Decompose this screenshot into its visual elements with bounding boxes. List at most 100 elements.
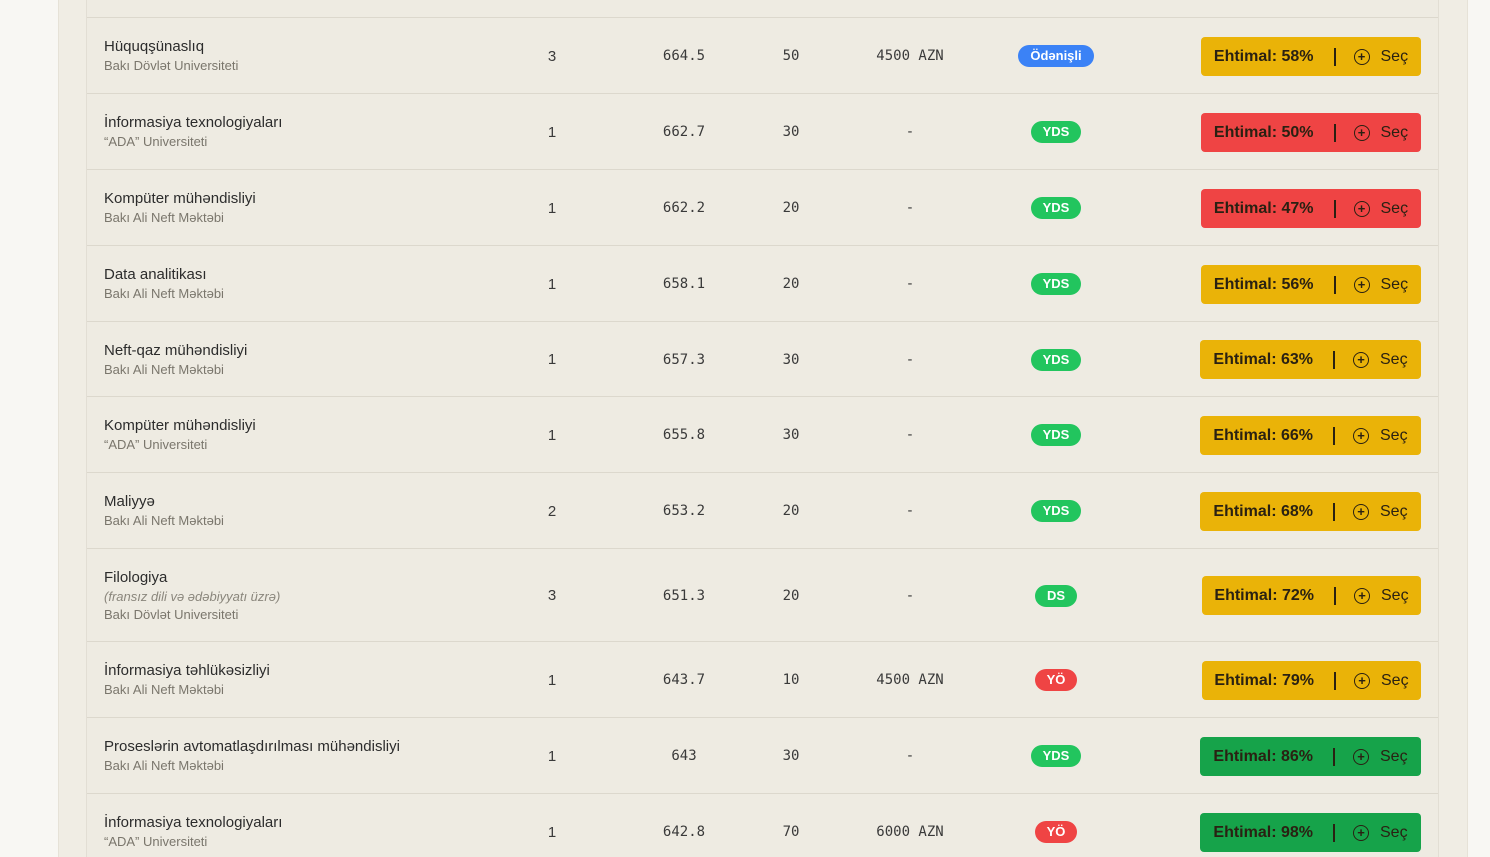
probability-label: Ehtimal: 50% bbox=[1213, 123, 1314, 141]
group-number-cell: 1 bbox=[532, 397, 572, 473]
program-name: Data analitikası bbox=[104, 266, 207, 283]
seat-count-cell: 10 bbox=[761, 642, 821, 718]
passing-score-cell: 658.1 bbox=[644, 246, 724, 322]
select-label: Seç bbox=[1380, 823, 1408, 841]
passing-score-cell: 653.2 bbox=[644, 473, 724, 549]
group-number-cell: 1 bbox=[532, 170, 572, 246]
plus-circle-icon: + bbox=[1353, 124, 1370, 141]
table-row: Filologiya (fransız dili və ədəbiyyatı üz… bbox=[87, 548, 1438, 642]
passing-score: 643 bbox=[671, 748, 697, 764]
divider bbox=[1333, 199, 1336, 218]
select-program-button[interactable]: Ehtimal: 98% + Seç bbox=[1200, 813, 1421, 852]
probability-label: Ehtimal: 63% bbox=[1213, 350, 1313, 368]
select-program-button[interactable]: Ehtimal: 63% + Seç bbox=[1200, 340, 1421, 379]
table-row: Data analitikası Bakı Ali Neft Məktəbi 1 65… bbox=[87, 245, 1438, 322]
table-row: Hüquqşünaslıq Bakı Dövlət Universiteti 3 66… bbox=[87, 17, 1438, 94]
program-cell: Hüquqşünaslıq Bakı Dövlət Universiteti bbox=[104, 18, 238, 94]
probability-label: Ehtimal: 66% bbox=[1213, 426, 1313, 444]
probability-label: Ehtimal: 47% bbox=[1213, 199, 1314, 217]
passing-score: 655.8 bbox=[662, 427, 706, 443]
program-cell: Proseslərin avtomatlaşdırılması mühəndis… bbox=[104, 718, 400, 794]
divider bbox=[1333, 747, 1335, 766]
seat-count-cell: 30 bbox=[761, 322, 821, 397]
type-cell: YÖ bbox=[996, 794, 1116, 857]
type-cell: YDS bbox=[996, 397, 1116, 473]
passing-score: 642.8 bbox=[662, 824, 706, 840]
seat-count: 30 bbox=[782, 427, 800, 443]
plus-circle-icon: + bbox=[1353, 351, 1369, 368]
type-cell: YDS bbox=[996, 246, 1116, 322]
passing-score: 662.7 bbox=[662, 124, 706, 140]
table-row: Maliyyə Bakı Ali Neft Məktəbi 2 653.2 20 - YDS… bbox=[87, 472, 1438, 549]
type-cell: DS bbox=[996, 549, 1116, 642]
seat-count-cell: 20 bbox=[761, 246, 821, 322]
seat-count-cell: 70 bbox=[761, 794, 821, 857]
select-label: Seç bbox=[1380, 199, 1409, 217]
university-name: “ADA” Universiteti bbox=[104, 437, 208, 452]
passing-score-cell: 642.8 bbox=[644, 794, 724, 857]
tuition-fee: - bbox=[905, 200, 915, 216]
passing-score-cell: 643.7 bbox=[644, 642, 724, 718]
university-name: “ADA” Universiteti bbox=[104, 134, 208, 149]
select-program-button[interactable]: Ehtimal: 86% + Seç bbox=[1200, 737, 1421, 776]
university-name: Bakı Dövlət Universiteti bbox=[104, 606, 239, 622]
group-number: 3 bbox=[547, 47, 557, 65]
select-program-button[interactable]: Ehtimal: 47% + Seç bbox=[1201, 189, 1421, 228]
tuition-fee-cell: 6000 AZN bbox=[850, 794, 970, 857]
group-number-cell: 3 bbox=[532, 549, 572, 642]
university-name: Bakı Ali Neft Məktəbi bbox=[104, 682, 224, 697]
group-number-cell: 2 bbox=[532, 473, 572, 549]
tuition-fee: 6000 AZN bbox=[876, 824, 944, 840]
group-number: 3 bbox=[547, 587, 557, 604]
tuition-fee-cell: - bbox=[850, 718, 970, 794]
group-number: 1 bbox=[547, 199, 557, 217]
plus-circle-icon: + bbox=[1353, 748, 1369, 765]
tuition-fee-cell: - bbox=[850, 246, 970, 322]
type-badge: YÖ bbox=[1034, 669, 1078, 691]
table-row: Kompüter mühəndisliyi Bakı Ali Neft Məktə… bbox=[87, 169, 1438, 246]
select-label: Seç bbox=[1380, 47, 1409, 65]
table-row: İnformasiya texnologiyaları “ADA” Univers… bbox=[87, 793, 1438, 857]
select-program-button[interactable]: Ehtimal: 68% + Seç bbox=[1200, 492, 1421, 531]
table-row: İnformasiya təhlükəsizliyi Bakı Ali Neft … bbox=[87, 641, 1438, 718]
seat-count: 20 bbox=[782, 587, 800, 604]
program-cell: Maliyyə Bakı Ali Neft Məktəbi bbox=[104, 473, 224, 549]
type-badge: DS bbox=[1034, 584, 1078, 607]
program-cell: İnformasiya təhlükəsizliyi Bakı Ali Neft … bbox=[104, 642, 270, 718]
group-number: 1 bbox=[547, 351, 557, 368]
seat-count: 30 bbox=[782, 124, 800, 140]
program-cell: Kompüter mühəndisliyi Bakı Ali Neft Məktə… bbox=[104, 170, 256, 246]
passing-score: 657.3 bbox=[662, 351, 706, 368]
probability-label: Ehtimal: 98% bbox=[1213, 823, 1313, 841]
select-program-button[interactable]: Ehtimal: 72% + Seç bbox=[1202, 576, 1421, 615]
table-row: Kompüter mühəndisliyi “ADA” Universiteti 1… bbox=[87, 396, 1438, 473]
select-program-button[interactable]: Ehtimal: 66% + Seç bbox=[1200, 416, 1421, 455]
select-program-button[interactable]: Ehtimal: 50% + Seç bbox=[1201, 113, 1421, 152]
select-program-button[interactable]: Ehtimal: 58% + Seç bbox=[1201, 37, 1421, 76]
select-program-button[interactable]: Ehtimal: 79% + Seç bbox=[1202, 661, 1421, 700]
tuition-fee: - bbox=[905, 427, 915, 443]
probability-label: Ehtimal: 56% bbox=[1213, 275, 1314, 293]
passing-score: 658.1 bbox=[662, 276, 706, 292]
tuition-fee-cell: 4500 AZN bbox=[850, 18, 970, 94]
seat-count-cell: 20 bbox=[761, 170, 821, 246]
tuition-fee: - bbox=[905, 587, 915, 604]
seat-count: 10 bbox=[782, 672, 800, 688]
divider bbox=[1333, 426, 1335, 445]
type-badge: YDS bbox=[1030, 424, 1082, 446]
type-cell: YDS bbox=[996, 94, 1116, 170]
probability-label: Ehtimal: 72% bbox=[1214, 586, 1314, 604]
university-name: Bakı Ali Neft Məktəbi bbox=[104, 513, 224, 528]
group-number: 1 bbox=[547, 823, 557, 841]
plus-circle-icon: + bbox=[1354, 587, 1370, 604]
select-program-button[interactable]: Ehtimal: 56% + Seç bbox=[1201, 265, 1421, 304]
group-number: 1 bbox=[547, 671, 557, 689]
group-number: 1 bbox=[547, 747, 557, 765]
university-name: Bakı Ali Neft Məktəbi bbox=[104, 210, 224, 225]
group-number-cell: 3 bbox=[532, 18, 572, 94]
passing-score-cell: 655.8 bbox=[644, 397, 724, 473]
table-row: Neft-qaz mühəndisliyi Bakı Ali Neft Məktə… bbox=[87, 321, 1438, 397]
passing-score-cell: 643 bbox=[644, 718, 724, 794]
probability-label: Ehtimal: 86% bbox=[1213, 747, 1313, 765]
seat-count: 20 bbox=[782, 276, 800, 292]
